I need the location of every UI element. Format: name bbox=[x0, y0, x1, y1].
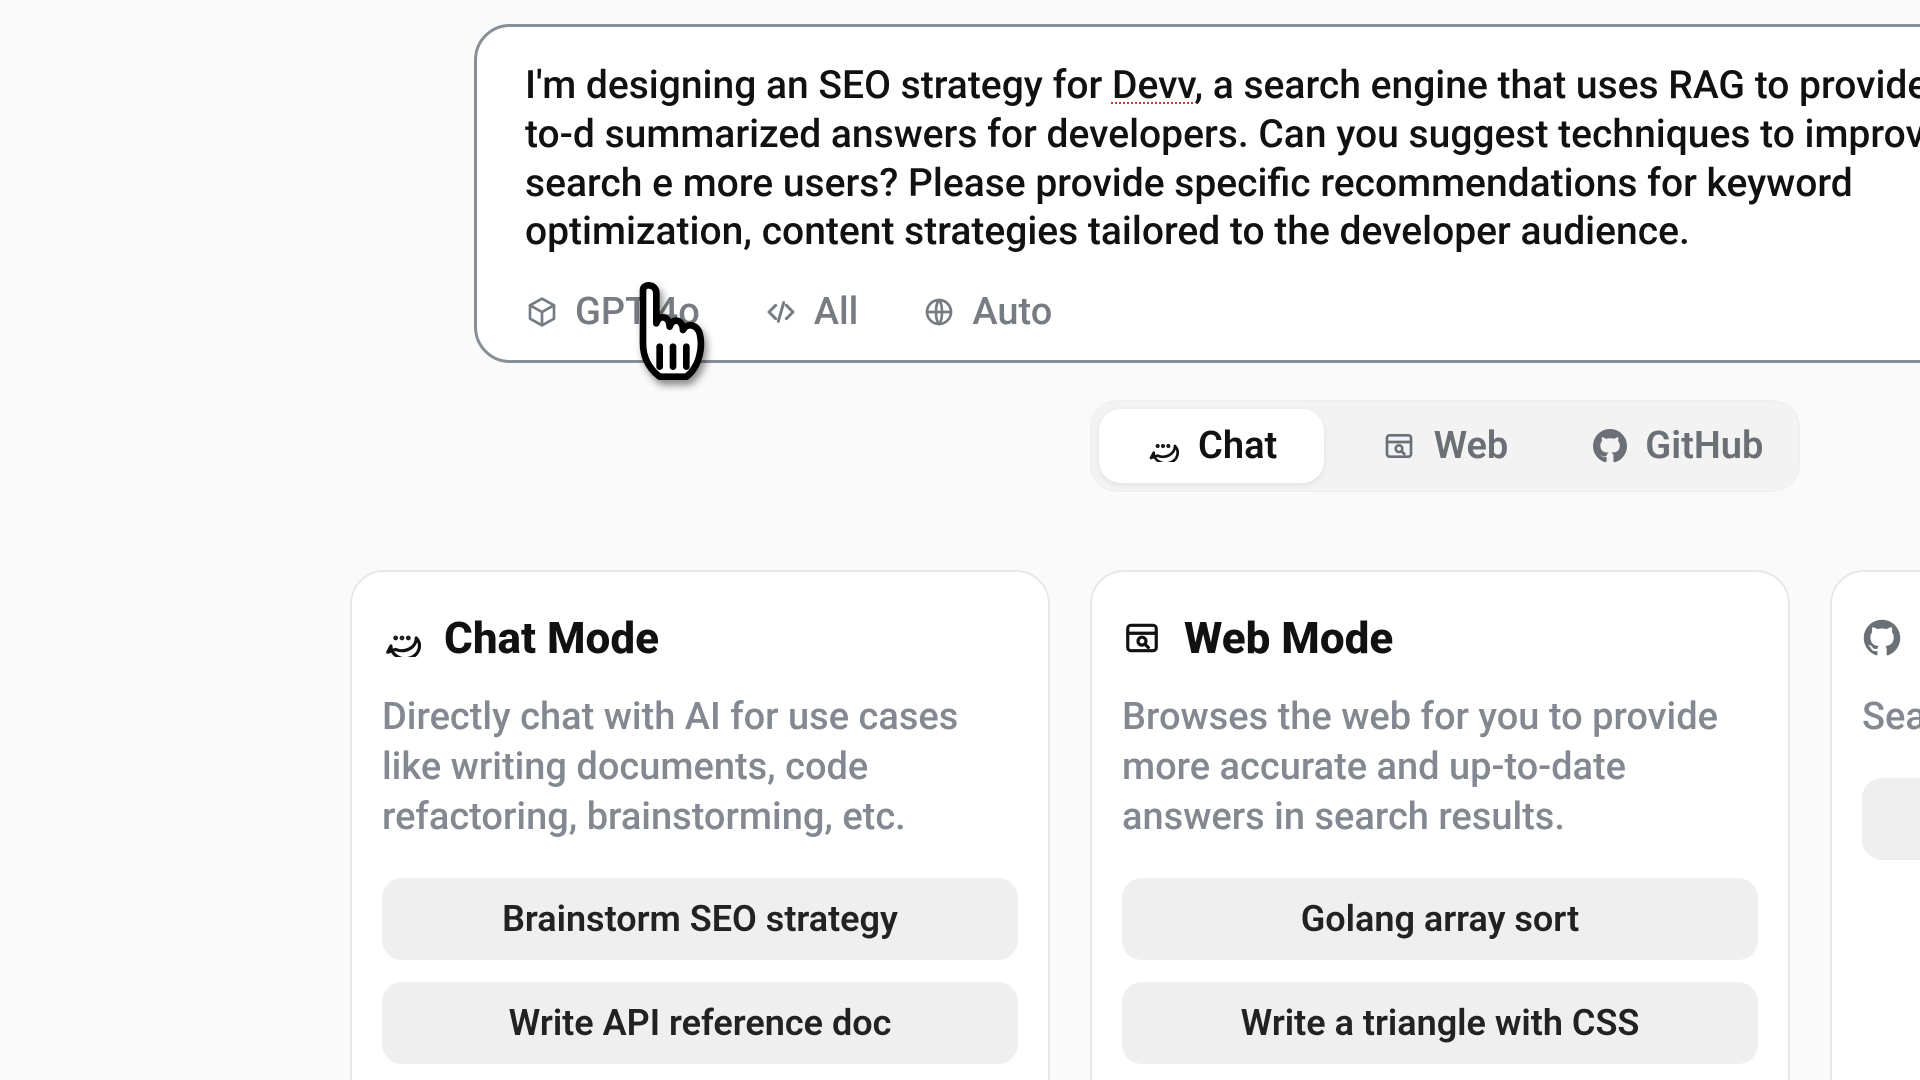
prompt-spellcheck-word: Devv bbox=[1112, 62, 1194, 108]
tab-github[interactable]: GitHub bbox=[1566, 409, 1791, 483]
mode-cards: Chat Mode Directly chat with AI for use … bbox=[350, 570, 1920, 1080]
model-selector[interactable]: GPT-4o bbox=[525, 290, 700, 334]
tab-chat-label: Chat bbox=[1198, 424, 1277, 468]
suggestion-button[interactable]: Golang array sort bbox=[1122, 878, 1758, 960]
prompt-text[interactable]: I'm designing an SEO strategy for Devv, … bbox=[525, 61, 1920, 256]
browse-selector[interactable]: Auto bbox=[922, 290, 1052, 334]
card-web-mode: Web Mode Browses the web for you to prov… bbox=[1090, 570, 1790, 1080]
model-selector-label: GPT-4o bbox=[575, 290, 700, 334]
suggestion-button[interactable] bbox=[1862, 778, 1920, 860]
suggestion-button[interactable]: Write API reference doc bbox=[382, 982, 1018, 1064]
globe-icon bbox=[922, 295, 956, 329]
chat-icon bbox=[382, 618, 422, 658]
github-icon bbox=[1593, 429, 1627, 463]
card-github-mode: G Sea rep sea bbox=[1830, 570, 1920, 1080]
card-chat-title: Chat Mode bbox=[444, 612, 659, 664]
prompt-selectors: GPT-4o All Auto bbox=[525, 290, 1920, 334]
card-chat-desc: Directly chat with AI for use cases like… bbox=[382, 692, 1018, 842]
card-github-desc: Sea rep sea bbox=[1862, 692, 1920, 742]
mode-tabs: Chat Web GitHub bbox=[1090, 400, 1800, 492]
prompt-text-pre: I'm designing an SEO strategy for bbox=[525, 62, 1112, 108]
prompt-input-box[interactable]: I'm designing an SEO strategy for Devv, … bbox=[474, 24, 1920, 363]
language-selector[interactable]: All bbox=[764, 290, 859, 334]
suggestion-button[interactable]: Brainstorm SEO strategy bbox=[382, 878, 1018, 960]
tab-chat[interactable]: Chat bbox=[1099, 409, 1324, 483]
browse-selector-label: Auto bbox=[972, 290, 1052, 334]
card-web-title: Web Mode bbox=[1184, 612, 1393, 664]
card-chat-mode: Chat Mode Directly chat with AI for use … bbox=[350, 570, 1050, 1080]
code-icon bbox=[764, 295, 798, 329]
tab-web[interactable]: Web bbox=[1332, 409, 1557, 483]
language-selector-label: All bbox=[814, 290, 859, 334]
tab-web-label: Web bbox=[1434, 424, 1509, 468]
card-web-desc: Browses the web for you to provide more … bbox=[1122, 692, 1758, 842]
browser-icon bbox=[1122, 618, 1162, 658]
chat-icon bbox=[1146, 429, 1180, 463]
github-icon bbox=[1862, 618, 1902, 658]
suggestion-button[interactable]: Write a triangle with CSS bbox=[1122, 982, 1758, 1064]
browser-icon bbox=[1382, 429, 1416, 463]
tab-github-label: GitHub bbox=[1645, 424, 1763, 468]
cube-icon bbox=[525, 295, 559, 329]
